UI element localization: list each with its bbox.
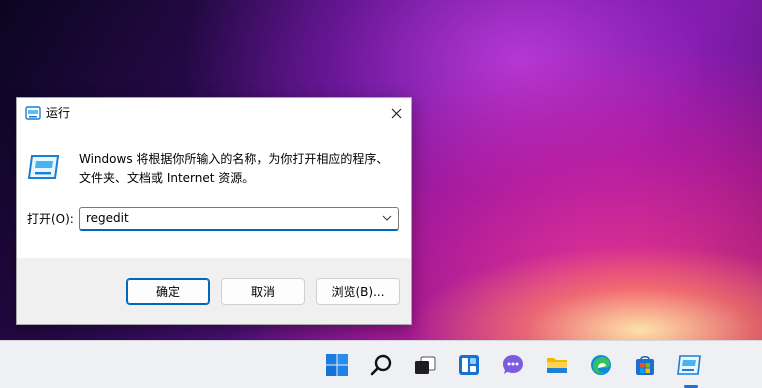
window-title: 运行 (46, 106, 71, 120)
open-combobox[interactable]: regedit (79, 207, 399, 231)
taskbar (0, 340, 762, 388)
dialog-content: Windows 将根据你所输入的名称，为你打开相应的程序、 文件夹、文档或 In… (17, 128, 411, 258)
description-line-2: 文件夹、文档或 Internet 资源。 (79, 171, 255, 185)
search-button[interactable] (366, 350, 396, 380)
ok-button[interactable]: 确定 (126, 278, 210, 305)
open-input[interactable]: regedit (86, 211, 129, 225)
start-button[interactable] (322, 350, 352, 380)
close-button[interactable] (381, 98, 411, 128)
browse-button[interactable]: 浏览(B)... (316, 278, 400, 305)
cancel-button[interactable]: 取消 (221, 278, 305, 305)
open-label: 打开(O): (27, 212, 74, 226)
task-view-button[interactable] (410, 350, 440, 380)
run-dialog: 运行 Windows 将根据你所输入的名称，为你打开相应的程序、 文件夹、文档或… (16, 97, 412, 325)
store-icon (636, 356, 654, 375)
file-explorer-button[interactable] (542, 350, 572, 380)
title-bar: 运行 (17, 98, 411, 128)
dialog-description: Windows 将根据你所输入的名称，为你打开相应的程序、 文件夹、文档或 In… (79, 150, 399, 188)
run-app-icon (25, 106, 41, 120)
widgets-button[interactable] (454, 350, 484, 380)
store-button[interactable] (630, 350, 660, 380)
widgets-icon (459, 355, 479, 375)
run-app-icon (27, 155, 60, 179)
run-app-icon (677, 355, 701, 375)
close-icon (391, 108, 401, 118)
chevron-down-icon[interactable] (382, 212, 392, 224)
description-line-1: Windows 将根据你所输入的名称，为你打开相应的程序、 (79, 152, 389, 166)
chat-button[interactable] (498, 350, 528, 380)
file-explorer-icon (547, 358, 567, 373)
chat-icon (503, 355, 523, 374)
run-taskbar-button[interactable] (674, 350, 704, 380)
dialog-footer: 确定 取消 浏览(B)... (17, 258, 411, 324)
edge-icon (591, 355, 611, 375)
windows-start-icon (326, 354, 348, 376)
task-view-icon (415, 356, 436, 374)
search-icon (370, 354, 392, 376)
edge-button[interactable] (586, 350, 616, 380)
